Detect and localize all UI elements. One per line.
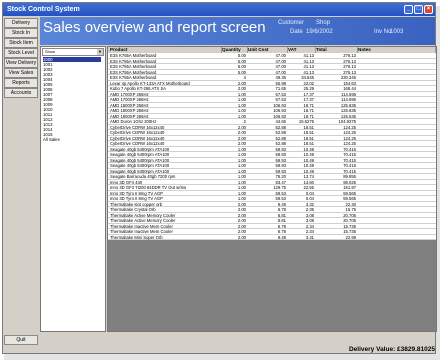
close-icon[interactable]: ×: [424, 5, 433, 14]
page-title: Sales overview and report screen: [43, 19, 266, 36]
table-cell: Thermaltake Mini Super Orb: [110, 234, 163, 240]
app-window: Stock Control System _ □ × Delivery Stoc…: [2, 2, 437, 354]
customer-value: Shop: [316, 20, 331, 26]
table-cell: 2.00: [237, 234, 246, 240]
quit-button[interactable]: Quit: [4, 335, 38, 345]
chevron-down-icon[interactable]: ▼: [97, 49, 103, 55]
nav-panel: Delivery Stock In Stock Item Stock Level…: [3, 17, 39, 353]
nav-reports-button[interactable]: Reports: [4, 78, 38, 88]
nav-stock-item-button[interactable]: Stock Item: [4, 38, 38, 48]
nav-stock-level-button[interactable]: Stock Level: [4, 48, 38, 58]
invoice-number-value: 1003: [390, 29, 404, 35]
nav-view-sales-button[interactable]: View Sales: [4, 68, 38, 78]
footer: Delivery Value: £3829.81025: [107, 333, 437, 353]
invoice-list-item[interactable]: All Sales: [43, 137, 60, 142]
nav-view-delivery-button[interactable]: View Delivery: [4, 58, 38, 68]
window-title: Stock Control System: [7, 6, 80, 13]
date-value: 19/6/2002: [306, 29, 333, 35]
table-row[interactable]: Thermaltake Mini Super Orb 2.00 9.49 3.31 22…: [108, 234, 436, 240]
table-cell: 9.49: [277, 234, 286, 240]
table-cell: 3.31: [305, 234, 314, 240]
delivery-value: Delivery Value: £3829.81025: [348, 346, 435, 353]
invoice-number-label: Inv No: [374, 29, 392, 35]
invoice-filter-value: Show: [45, 49, 56, 54]
date-label: Date: [290, 29, 303, 35]
page-header: Sales overview and report screen Custome…: [40, 17, 435, 45]
maximize-icon[interactable]: □: [414, 5, 423, 14]
customer-label: Customer: [278, 20, 305, 26]
nav-stock-in-button[interactable]: Stock In: [4, 28, 38, 38]
title-bar: Stock Control System _ □ ×: [3, 3, 435, 16]
nav-accounts-button[interactable]: Accounts: [4, 88, 38, 98]
minimize-icon[interactable]: _: [404, 5, 413, 14]
nav-delivery-button[interactable]: Delivery: [4, 18, 38, 28]
invoice-list[interactable]: Show ▼ 1000 1001 1002 1003 1004 1005 1006 1007 1…: [40, 46, 106, 332]
table-cell: 22.99: [345, 234, 356, 240]
invoice-filter-select[interactable]: Show ▼: [42, 48, 104, 56]
sales-grid[interactable]: Product Quantity Unit Cost VAT Total Not…: [107, 46, 437, 332]
